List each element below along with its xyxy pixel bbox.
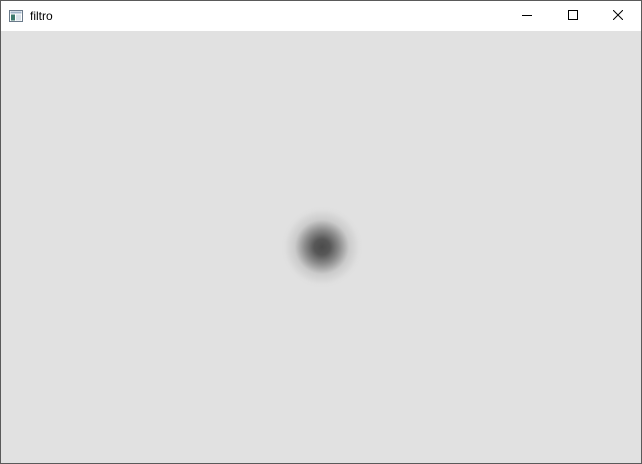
minimize-icon (522, 7, 532, 25)
app-window: filtro (0, 0, 642, 464)
close-icon (612, 7, 624, 25)
title-bar[interactable]: filtro (1, 1, 641, 31)
maximize-button[interactable] (550, 1, 596, 31)
window-title: filtro (30, 9, 53, 23)
minimize-button[interactable] (504, 1, 550, 31)
app-window-icon (9, 9, 23, 22)
blurred-dark-spot (282, 207, 362, 287)
canvas-area[interactable] (1, 31, 641, 463)
close-button[interactable] (595, 1, 641, 31)
maximize-icon (568, 7, 578, 25)
